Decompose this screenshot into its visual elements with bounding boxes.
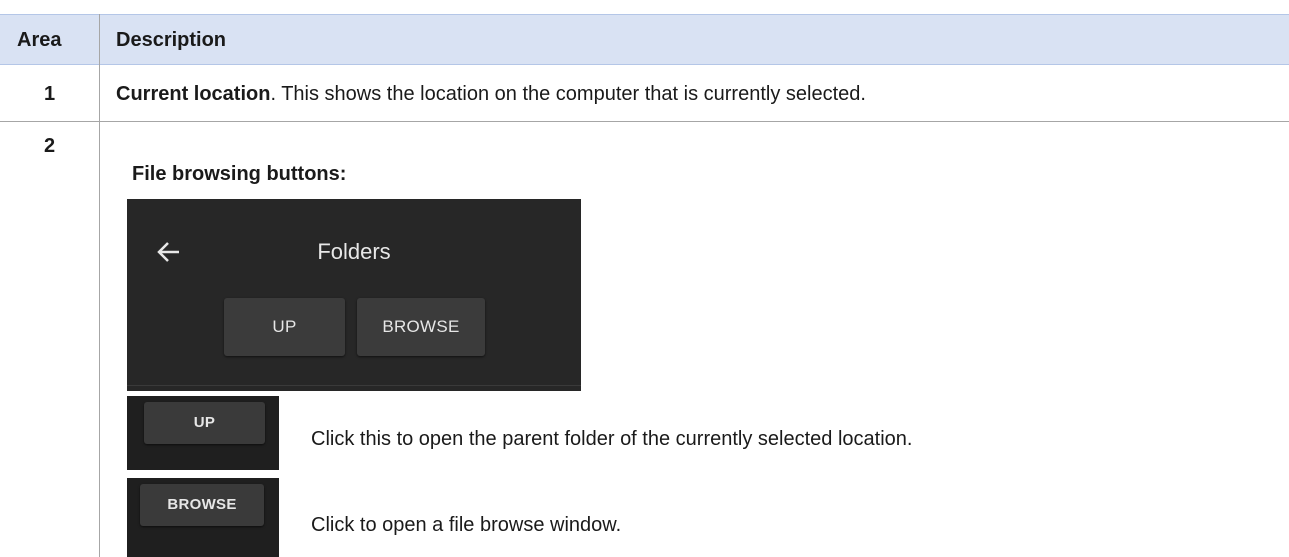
panel-title: Folders bbox=[317, 239, 391, 264]
item-description: Click this to open the parent folder of … bbox=[311, 428, 913, 450]
row-divider bbox=[0, 121, 1289, 122]
up-button[interactable]: UP bbox=[224, 298, 345, 356]
header-area: Area bbox=[17, 29, 62, 51]
browse-button[interactable]: BROWSE bbox=[140, 484, 264, 526]
folders-panel: Folders UP BROWSE bbox=[127, 199, 581, 391]
header-description: Description bbox=[116, 29, 227, 51]
column-divider bbox=[99, 14, 100, 557]
row-label: Current location bbox=[116, 83, 271, 105]
row-number: 1 bbox=[43, 83, 56, 105]
up-button-thumbnail: UP bbox=[127, 396, 279, 470]
row-text: . This shows the location on the compute… bbox=[270, 83, 866, 105]
browse-button-thumbnail: BROWSE bbox=[127, 478, 279, 557]
description-table: Area Description 1 Current location. Thi… bbox=[0, 0, 1289, 557]
item-description: Click to open a file browse window. bbox=[311, 514, 622, 536]
divider bbox=[127, 385, 581, 386]
row-description: Current location. This shows the locatio… bbox=[116, 82, 866, 106]
section-heading: File browsing buttons: bbox=[132, 163, 347, 185]
row-number: 2 bbox=[43, 135, 56, 157]
browse-button[interactable]: BROWSE bbox=[357, 298, 485, 356]
up-button[interactable]: UP bbox=[144, 402, 265, 444]
